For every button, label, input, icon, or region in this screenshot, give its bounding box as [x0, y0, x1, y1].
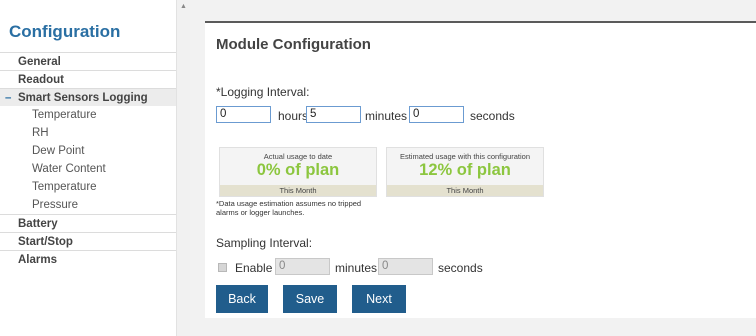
estimated-usage-period: This Month: [387, 185, 543, 196]
estimated-usage-value: 12% of plan: [419, 161, 511, 179]
sampling-interval-label: Sampling Interval:: [216, 236, 313, 250]
usage-estimation-note: *Data usage estimation assumes no trippe…: [216, 199, 362, 217]
enable-sampling-checkbox[interactable]: [218, 263, 227, 272]
sidebar-subitem-rh[interactable]: RH: [0, 124, 176, 142]
sidebar-item-general[interactable]: General: [0, 52, 176, 70]
logging-seconds-input[interactable]: 0: [409, 106, 464, 123]
hours-label: hours: [278, 109, 309, 123]
estimated-usage-card: Estimated usage with this configuration …: [386, 147, 544, 197]
enable-label: Enable: [235, 261, 273, 275]
back-button[interactable]: Back: [216, 285, 268, 313]
sampling-seconds-label: seconds: [438, 261, 483, 275]
sidebar-subitem-dew-point[interactable]: Dew Point: [0, 142, 176, 160]
panel-title: Module Configuration: [216, 36, 371, 53]
seconds-label: seconds: [470, 109, 515, 123]
sidebar-item-alarms[interactable]: Alarms: [0, 250, 176, 268]
collapse-icon[interactable]: –: [5, 89, 11, 107]
sidebar-subitem-water-content[interactable]: Water Content: [0, 160, 176, 178]
sidebar-scrollbar[interactable]: ▲: [176, 0, 190, 336]
sampling-minutes-label: minutes: [335, 261, 378, 275]
actual-usage-card: Actual usage to date 0% of plan This Mon…: [219, 147, 377, 197]
actual-usage-value: 0% of plan: [256, 161, 340, 179]
minutes-label: minutes: [365, 109, 408, 123]
actual-usage-period: This Month: [220, 185, 376, 196]
actual-usage-label: Actual usage to date: [263, 152, 333, 161]
logging-interval-label: *Logging Interval:: [216, 85, 310, 99]
estimated-usage-label: Estimated usage with this configuration: [399, 152, 531, 161]
logging-minutes-input[interactable]: 5: [306, 106, 361, 123]
logging-hours-input[interactable]: 0: [216, 106, 271, 123]
sidebar-item-label: Smart Sensors Logging: [18, 92, 148, 104]
scroll-up-icon[interactable]: ▲: [180, 3, 187, 10]
sidebar-title: Configuration: [9, 22, 121, 41]
sidebar-item-start-stop[interactable]: Start/Stop: [0, 232, 176, 250]
sidebar: Configuration General Readout – Smart Se…: [0, 0, 176, 336]
module-configuration-panel: Module Configuration *Logging Interval: …: [205, 21, 756, 318]
sidebar-subitem-pressure[interactable]: Pressure: [0, 196, 176, 214]
save-button[interactable]: Save: [283, 285, 337, 313]
sidebar-item-readout[interactable]: Readout: [0, 70, 176, 88]
sidebar-subitem-temperature[interactable]: Temperature: [0, 106, 176, 124]
sampling-minutes-input[interactable]: 0: [275, 258, 330, 275]
sidebar-item-battery[interactable]: Battery: [0, 214, 176, 232]
sampling-seconds-input[interactable]: 0: [378, 258, 433, 275]
sidebar-subitem-temperature-2[interactable]: Temperature: [0, 178, 176, 196]
sidebar-nav: General Readout – Smart Sensors Logging …: [0, 52, 176, 268]
next-button[interactable]: Next: [352, 285, 406, 313]
sidebar-item-smart-sensors-logging[interactable]: – Smart Sensors Logging: [0, 88, 176, 106]
